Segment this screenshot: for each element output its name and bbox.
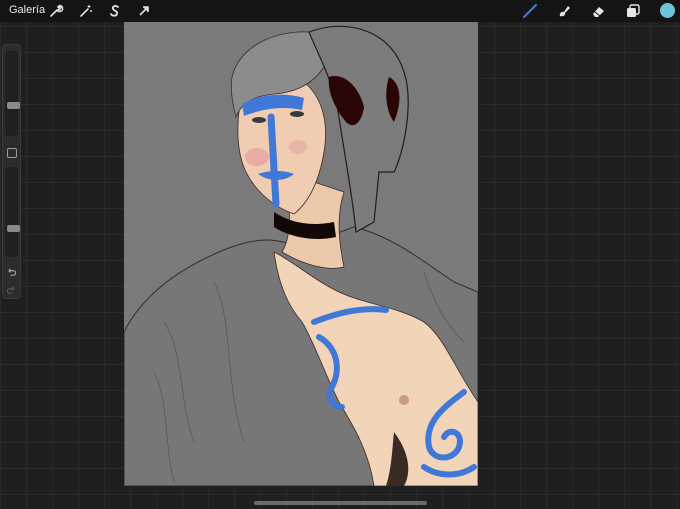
transform-arrow-icon[interactable] [136, 3, 152, 19]
undo-icon[interactable] [6, 265, 17, 276]
wrench-icon[interactable] [48, 3, 64, 19]
artwork [124, 25, 478, 486]
smudge-icon[interactable] [556, 3, 572, 19]
modify-button[interactable] [7, 148, 17, 158]
brush-size-slider[interactable] [5, 51, 20, 136]
home-indicator[interactable] [254, 501, 427, 505]
left-sidebar [2, 44, 21, 299]
magic-wand-icon[interactable] [78, 3, 94, 19]
layers-icon[interactable] [625, 3, 641, 19]
selection-s-icon[interactable] [107, 3, 123, 19]
top-toolbar: Galería [0, 0, 680, 22]
brush-size-thumb[interactable] [7, 102, 20, 109]
opacity-slider[interactable] [5, 167, 20, 257]
brush-icon[interactable] [522, 3, 538, 19]
drawing-canvas[interactable] [124, 22, 478, 486]
gallery-button[interactable]: Galería [9, 4, 45, 16]
eraser-icon[interactable] [590, 3, 606, 19]
opacity-thumb[interactable] [7, 225, 20, 232]
redo-icon[interactable] [6, 283, 17, 294]
current-color-swatch[interactable] [660, 3, 675, 18]
